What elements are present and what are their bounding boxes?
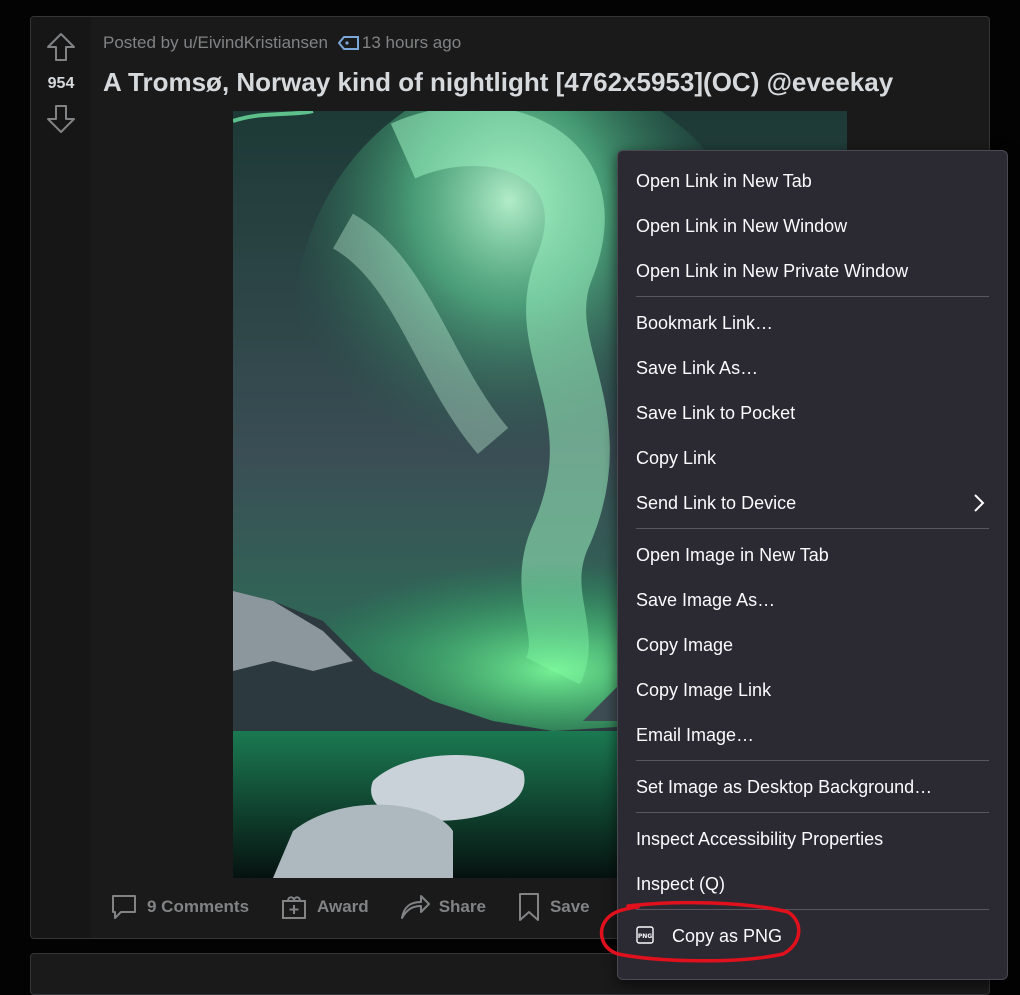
menu-item-send-link-to-device[interactable]: Send Link to Device bbox=[636, 483, 989, 523]
menu-item-copy-image-link[interactable]: Copy Image Link bbox=[636, 670, 989, 710]
menu-item-save-image-as[interactable]: Save Image As… bbox=[636, 580, 989, 620]
menu-item-open-link-new-tab[interactable]: Open Link in New Tab bbox=[636, 161, 989, 201]
menu-item-inspect-accessibility[interactable]: Inspect Accessibility Properties bbox=[636, 819, 989, 859]
comments-label: 9 Comments bbox=[147, 897, 250, 916]
posted-by[interactable]: Posted by u/EivindKristiansen bbox=[103, 33, 328, 53]
menu-item-copy-as-png[interactable]: PNG Copy as PNG bbox=[636, 916, 989, 956]
menu-item-save-link-as[interactable]: Save Link As… bbox=[636, 348, 989, 388]
menu-item-bookmark-link[interactable]: Bookmark Link… bbox=[636, 303, 989, 343]
send-link-label: Send Link to Device bbox=[636, 493, 797, 513]
award-button[interactable]: Award bbox=[279, 892, 369, 922]
award-icon bbox=[282, 896, 307, 919]
menu-separator bbox=[636, 812, 989, 813]
copy-as-png-label: Copy as PNG bbox=[672, 926, 783, 946]
svg-text:PNG: PNG bbox=[638, 933, 652, 940]
menu-item-set-desktop-background[interactable]: Set Image as Desktop Background… bbox=[636, 767, 989, 807]
post-meta: Posted by u/EivindKristiansen 13 hours a… bbox=[103, 33, 461, 53]
menu-item-open-link-private-window[interactable]: Open Link in New Private Window bbox=[636, 251, 989, 291]
chevron-right-icon bbox=[974, 494, 985, 512]
context-menu: Open Link in New Tab Open Link in New Wi… bbox=[617, 150, 1008, 980]
share-icon bbox=[400, 895, 430, 919]
save-label: Save bbox=[549, 897, 590, 916]
menu-item-save-link-to-pocket[interactable]: Save Link to Pocket bbox=[636, 393, 989, 433]
menu-item-inspect[interactable]: Inspect (Q) bbox=[636, 864, 989, 904]
menu-item-open-image-new-tab[interactable]: Open Image in New Tab bbox=[636, 535, 989, 575]
share-button[interactable]: Share bbox=[399, 892, 486, 922]
menu-separator bbox=[636, 296, 989, 297]
downvote-arrow-icon[interactable] bbox=[45, 103, 77, 135]
menu-separator bbox=[636, 760, 989, 761]
share-label: Share bbox=[438, 897, 486, 916]
vote-count: 954 bbox=[47, 75, 75, 92]
save-button[interactable]: Save bbox=[516, 891, 590, 923]
menu-separator bbox=[636, 909, 989, 910]
menu-item-copy-link[interactable]: Copy Link bbox=[636, 438, 989, 478]
vote-column: 954 bbox=[31, 17, 91, 938]
award-label: Award bbox=[317, 897, 369, 916]
menu-item-email-image[interactable]: Email Image… bbox=[636, 715, 989, 755]
post-actions: 9 Comments Award Share Save bbox=[109, 891, 620, 923]
comments-button[interactable]: 9 Comments bbox=[109, 892, 249, 922]
oc-tag-icon bbox=[337, 36, 360, 50]
post-title[interactable]: A Tromsø, Norway kind of nightlight [476… bbox=[103, 67, 893, 98]
post-time[interactable]: 13 hours ago bbox=[362, 33, 461, 53]
comment-icon bbox=[112, 895, 136, 919]
menu-item-open-link-new-window[interactable]: Open Link in New Window bbox=[636, 206, 989, 246]
png-icon: PNG bbox=[636, 926, 654, 944]
menu-separator bbox=[636, 528, 989, 529]
menu-item-copy-image[interactable]: Copy Image bbox=[636, 625, 989, 665]
upvote-arrow-icon[interactable] bbox=[45, 31, 77, 63]
bookmark-icon bbox=[518, 893, 539, 921]
